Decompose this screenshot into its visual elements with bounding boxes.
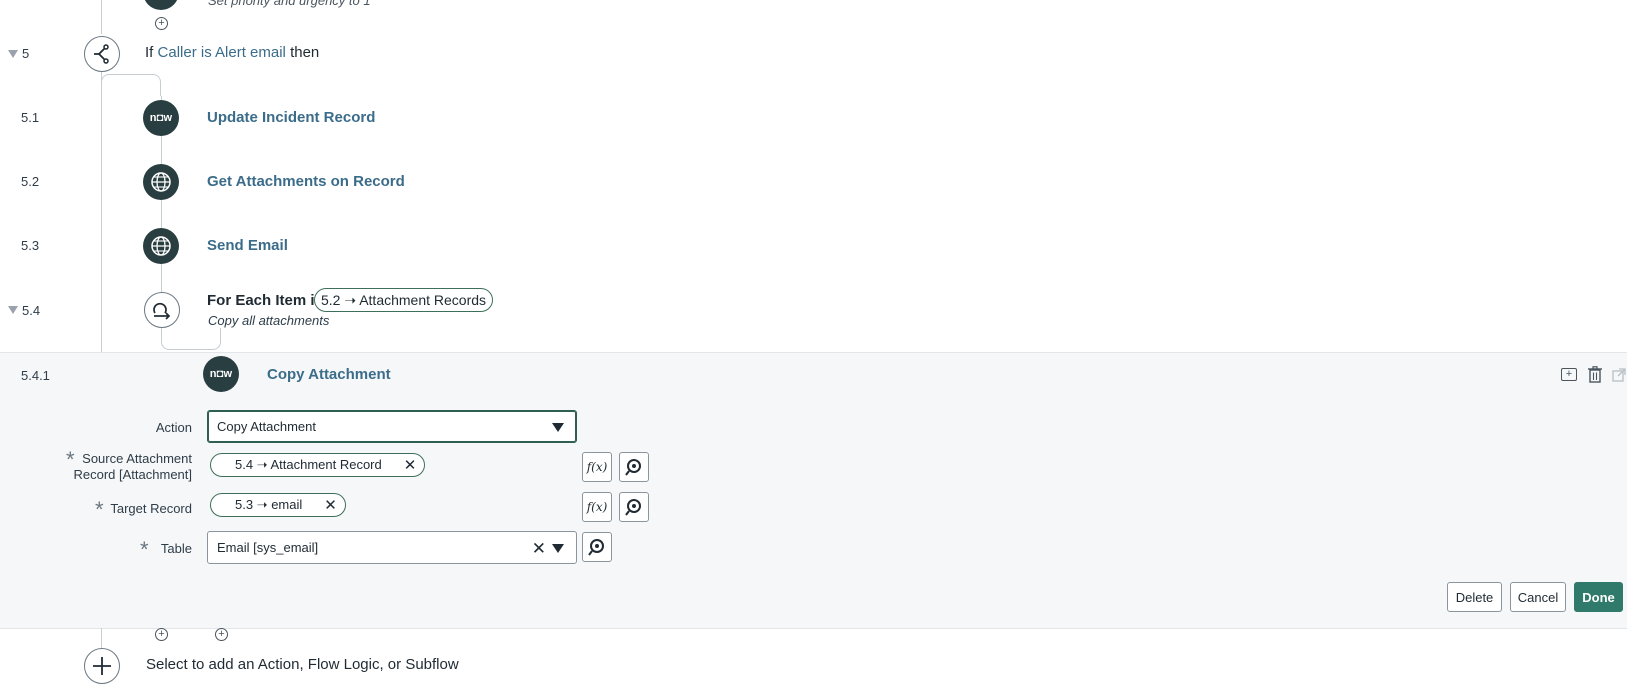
now-logo-icon: n◘w (203, 356, 239, 392)
loop-connector-curve (161, 328, 221, 350)
step-title[interactable]: Get Attachments on Record (207, 173, 405, 190)
data-pill-attachment-records[interactable]: 5.2 ➝ Attachment Records (314, 288, 494, 312)
add-step-icon[interactable]: + (215, 628, 228, 641)
add-annotation-icon[interactable]: + (1561, 368, 1577, 381)
target-record-label: Target Record (110, 501, 192, 516)
data-picker-icon (625, 499, 641, 516)
step-number: 5.2 (21, 174, 40, 189)
condition-link[interactable]: Caller is Alert email (158, 44, 286, 61)
add-action-prompt[interactable]: Select to add an Action, Flow Logic, or … (146, 656, 459, 673)
table-label: Table (160, 541, 192, 556)
data-picker-button[interactable] (619, 452, 649, 482)
add-step-icon[interactable]: + (155, 17, 168, 30)
step-number: 5.4 (22, 303, 41, 318)
table-select[interactable]: Email [sys_email] ✕ (207, 531, 577, 564)
if-condition[interactable]: If Caller is Alert email then (145, 44, 319, 61)
step-title[interactable]: Send Email (207, 237, 288, 254)
step-title[interactable]: Copy Attachment (267, 366, 391, 383)
partial-step-description: Set priority and urgency to 1 (208, 0, 371, 8)
branch-icon[interactable] (84, 36, 120, 72)
step-number: 5.1 (21, 110, 40, 125)
main-connector-line (101, 628, 102, 650)
collapse-caret-icon[interactable] (8, 306, 18, 314)
trash-icon[interactable] (1587, 366, 1603, 388)
step-number: 5.4.1 (21, 368, 50, 383)
data-pill-attachment-record[interactable]: 5.4 ➝ Attachment Record ✕ (210, 453, 426, 477)
remove-pill-icon[interactable]: ✕ (324, 496, 337, 514)
add-step-icon[interactable]: + (155, 628, 168, 641)
fx-button[interactable]: f(x) (582, 452, 612, 482)
action-label: Action (155, 420, 192, 435)
partial-step-icon (143, 0, 179, 10)
pill-label: 5.3 ➝ email (235, 497, 303, 512)
data-picker-icon (588, 539, 604, 556)
fx-label: f(x) (586, 460, 608, 474)
if-prefix: If (145, 44, 154, 61)
data-picker-button[interactable] (619, 492, 649, 522)
cancel-button[interactable]: Cancel (1510, 582, 1566, 612)
chevron-down-icon (552, 423, 564, 432)
fx-label: f(x) (586, 500, 608, 514)
step-description: Copy all attachments (208, 313, 330, 328)
label-line: Record [Attachment] (73, 467, 193, 482)
label-line: Source Attachment (82, 451, 192, 466)
collapse-caret-icon[interactable] (8, 50, 18, 58)
fx-button[interactable]: f(x) (582, 492, 612, 522)
globe-icon (143, 228, 179, 264)
delete-button[interactable]: Delete (1447, 582, 1502, 612)
source-attachment-label: Source Attachment Record [Attachment] (70, 451, 193, 483)
step-title[interactable]: Update Incident Record (207, 109, 375, 126)
step-number: 5.3 (21, 238, 40, 253)
add-action-icon[interactable] (84, 648, 120, 684)
globe-icon (143, 164, 179, 200)
data-picker-button[interactable] (582, 532, 612, 562)
data-picker-icon (625, 459, 641, 476)
action-select[interactable]: Copy Attachment (207, 410, 577, 443)
main-connector-line (101, 70, 102, 353)
pill-label: 5.4 ➝ Attachment Record (235, 457, 382, 472)
for-each-title[interactable]: For Each Item in (207, 292, 324, 309)
loop-icon[interactable] (144, 292, 180, 328)
clear-icon[interactable]: ✕ (532, 539, 546, 559)
remove-pill-icon[interactable]: ✕ (404, 456, 417, 474)
data-pill-email[interactable]: 5.3 ➝ email ✕ (210, 493, 346, 517)
step-number: 5 (22, 46, 30, 61)
pill-label: 5.2 ➝ Attachment Records (321, 291, 487, 308)
expanded-action-panel (0, 352, 1627, 629)
action-select-value: Copy Attachment (217, 419, 316, 434)
branch-connector-curve (101, 74, 161, 96)
open-external-icon[interactable] (1612, 368, 1626, 387)
table-select-value: Email [sys_email] (217, 540, 319, 555)
chevron-down-icon[interactable] (552, 544, 564, 553)
main-connector-line (101, 0, 102, 34)
if-suffix: then (290, 44, 320, 61)
now-logo-icon: n◘w (143, 100, 179, 136)
done-button[interactable]: Done (1574, 582, 1623, 612)
